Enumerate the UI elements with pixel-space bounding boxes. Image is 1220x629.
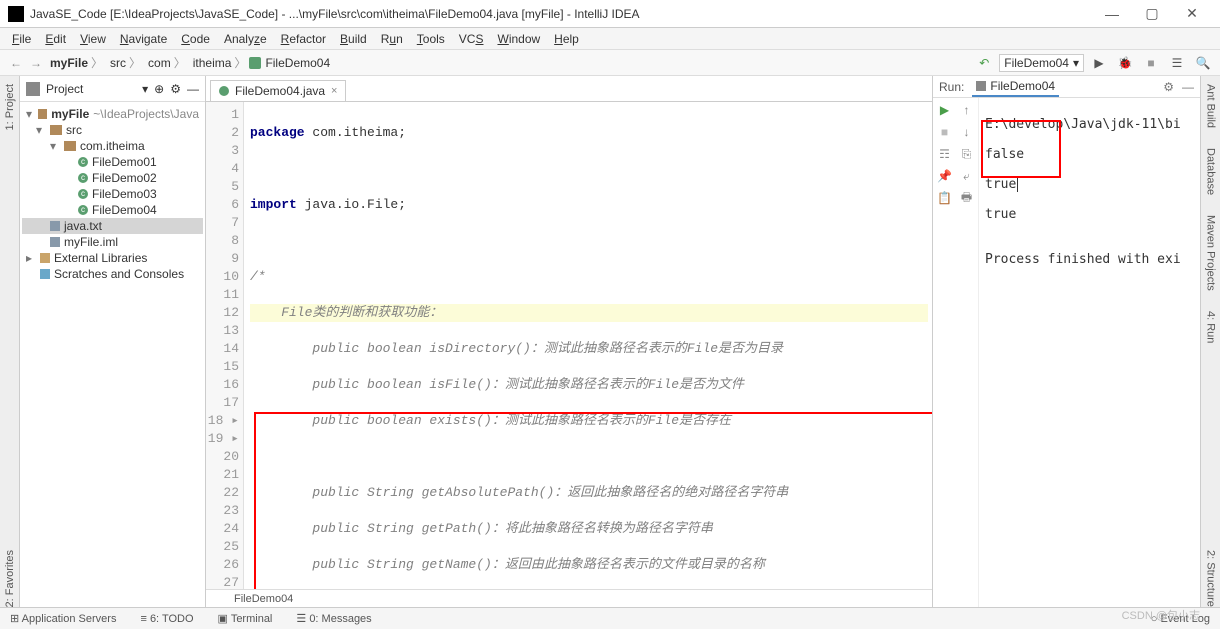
project-icon — [26, 82, 40, 96]
class-icon — [219, 86, 229, 96]
nav-back-icon[interactable]: ← — [6, 56, 26, 70]
maximize-button[interactable]: ▢ — [1132, 5, 1172, 22]
tree-class: FileDemo01 — [92, 155, 157, 169]
back-arrow-icon[interactable]: ↶ — [973, 52, 995, 74]
tree-javatxt: java.txt — [64, 219, 102, 233]
status-appservers[interactable]: ⊞ Application Servers — [10, 612, 116, 625]
status-messages[interactable]: ☰ 0: Messages — [296, 612, 371, 625]
layout-icon[interactable]: ☶ — [937, 146, 953, 162]
project-tree[interactable]: ▾myFile ~\IdeaProjects\Java ▾src ▾com.it… — [20, 102, 205, 607]
tree-class: FileDemo04 — [92, 203, 157, 217]
structure-icon[interactable]: ☰ — [1166, 52, 1188, 74]
status-terminal[interactable]: ▣ Terminal — [218, 612, 273, 625]
tool-database[interactable]: Database — [1205, 148, 1217, 195]
editor-breadcrumb[interactable]: FileDemo04 — [206, 589, 932, 607]
titlebar: JavaSE_Code [E:\IdeaProjects\JavaSE_Code… — [0, 0, 1220, 28]
tree-scratch: Scratches and Consoles — [54, 267, 184, 281]
run-output[interactable]: E:\develop\Java\jdk-11\bi false true tru… — [979, 98, 1200, 607]
run-button[interactable]: ▶ — [1088, 52, 1110, 74]
close-button[interactable]: ✕ — [1172, 5, 1212, 22]
tool-favorites[interactable]: 2: Favorites — [4, 550, 16, 607]
tool-maven[interactable]: Maven Projects — [1205, 215, 1217, 291]
app-logo-icon — [8, 6, 24, 22]
run-panel: Run: FileDemo04 ⚙ — ▶ ↑ ■ ↓ ☶ ⎘ 📌 ⤶ 📋 🖶 E:\de… — [932, 76, 1200, 607]
wrap-icon[interactable]: ⤶ — [959, 168, 975, 184]
rerun-icon[interactable]: ▶ — [937, 102, 953, 118]
menu-vcs[interactable]: VCS — [453, 30, 490, 48]
left-tool-strip: 1: Project 2: Favorites — [0, 76, 20, 607]
gear-icon[interactable]: ⚙ — [170, 82, 181, 96]
print-icon[interactable]: 🖶 — [959, 190, 975, 206]
status-bar: ⊞ Application Servers ≡ 6: TODO ▣ Termin… — [0, 607, 1220, 629]
tree-pkg: com.itheima — [80, 139, 145, 153]
run-label: Run: — [939, 80, 964, 94]
menu-edit[interactable]: Edit — [39, 30, 72, 48]
tree-class: FileDemo03 — [92, 187, 157, 201]
crumb-com[interactable]: com — [148, 56, 171, 70]
crumb-src[interactable]: src — [110, 56, 126, 70]
export-icon[interactable]: ⎘ — [959, 146, 975, 162]
run-tab[interactable]: FileDemo04 — [972, 77, 1059, 97]
run-toolbar: ▶ ↑ ■ ↓ ☶ ⎘ 📌 ⤶ 📋 🖶 — [933, 98, 979, 607]
menu-code[interactable]: Code — [175, 30, 216, 48]
navigation-bar: ← → myFile 〉 src 〉 com 〉 itheima 〉 FileD… — [0, 50, 1220, 76]
menu-navigate[interactable]: Navigate — [114, 30, 173, 48]
editor: FileDemo04.java× 12345678910111213141516… — [206, 76, 932, 607]
menu-run[interactable]: Run — [375, 30, 409, 48]
tool-structure[interactable]: 2: Structure — [1205, 550, 1217, 607]
chevron-down-icon[interactable]: ▾ — [142, 82, 148, 96]
close-tab-icon[interactable]: × — [331, 85, 337, 97]
tree-class: FileDemo02 — [92, 171, 157, 185]
tool-project[interactable]: 1: Project — [4, 84, 16, 130]
crumb-root[interactable]: myFile — [50, 56, 88, 70]
pin-icon[interactable]: 📌 — [937, 168, 953, 184]
tool-run[interactable]: 4: Run — [1205, 311, 1217, 343]
chevron-down-icon: ▾ — [1073, 56, 1079, 70]
class-icon — [249, 57, 261, 69]
menu-tools[interactable]: Tools — [411, 30, 451, 48]
up-icon[interactable]: ↑ — [959, 102, 975, 118]
tree-extlib: External Libraries — [54, 251, 147, 265]
hide-icon[interactable]: — — [1182, 80, 1194, 94]
gutter: 123456789101112131415161718 ▸19 ▸2021222… — [206, 102, 244, 589]
debug-button[interactable]: 🐞 — [1114, 52, 1136, 74]
menu-analyze[interactable]: Analyze — [218, 30, 273, 48]
editor-tab[interactable]: FileDemo04.java× — [210, 80, 346, 101]
status-todo[interactable]: ≡ 6: TODO — [140, 613, 193, 625]
project-label: Project — [46, 82, 83, 96]
trash-icon[interactable]: 📋 — [937, 190, 953, 206]
code-area[interactable]: package com.itheima; import java.io.File… — [244, 102, 932, 589]
tree-myfile: myFile — [51, 107, 89, 121]
tree-src: src — [66, 123, 82, 137]
menu-window[interactable]: Window — [491, 30, 546, 48]
window-title: JavaSE_Code [E:\IdeaProjects\JavaSE_Code… — [30, 7, 1092, 21]
minimize-button[interactable]: — — [1092, 6, 1132, 22]
tool-ant[interactable]: Ant Build — [1205, 84, 1217, 128]
project-sidebar: Project ▾ ⊕ ⚙ — ▾myFile ~\IdeaProjects\J… — [20, 76, 206, 607]
stop-icon[interactable]: ■ — [937, 124, 953, 140]
run-config-dropdown[interactable]: FileDemo04▾ — [999, 54, 1084, 72]
crumb-file[interactable]: FileDemo04 — [265, 56, 330, 70]
right-tool-strip: Ant Build Database Maven Projects 4: Run… — [1200, 76, 1220, 607]
menu-refactor[interactable]: Refactor — [275, 30, 332, 48]
watermark: CSDN @包小志 — [1122, 607, 1200, 623]
menu-view[interactable]: View — [74, 30, 112, 48]
menubar: File Edit View Navigate Code Analyze Ref… — [0, 28, 1220, 50]
down-icon[interactable]: ↓ — [959, 124, 975, 140]
nav-fwd-icon[interactable]: → — [26, 56, 46, 70]
search-icon[interactable]: 🔍 — [1192, 52, 1214, 74]
editor-tabs: FileDemo04.java× — [206, 76, 932, 102]
collapse-icon[interactable]: ⊕ — [154, 82, 164, 96]
menu-help[interactable]: Help — [548, 30, 585, 48]
app-icon — [976, 81, 986, 91]
stop-button[interactable]: ■ — [1140, 52, 1162, 74]
tree-iml: myFile.iml — [64, 235, 118, 249]
menu-build[interactable]: Build — [334, 30, 373, 48]
hide-icon[interactable]: — — [187, 82, 199, 96]
gear-icon[interactable]: ⚙ — [1163, 80, 1174, 94]
menu-file[interactable]: File — [6, 30, 37, 48]
crumb-pkg[interactable]: itheima — [193, 56, 232, 70]
